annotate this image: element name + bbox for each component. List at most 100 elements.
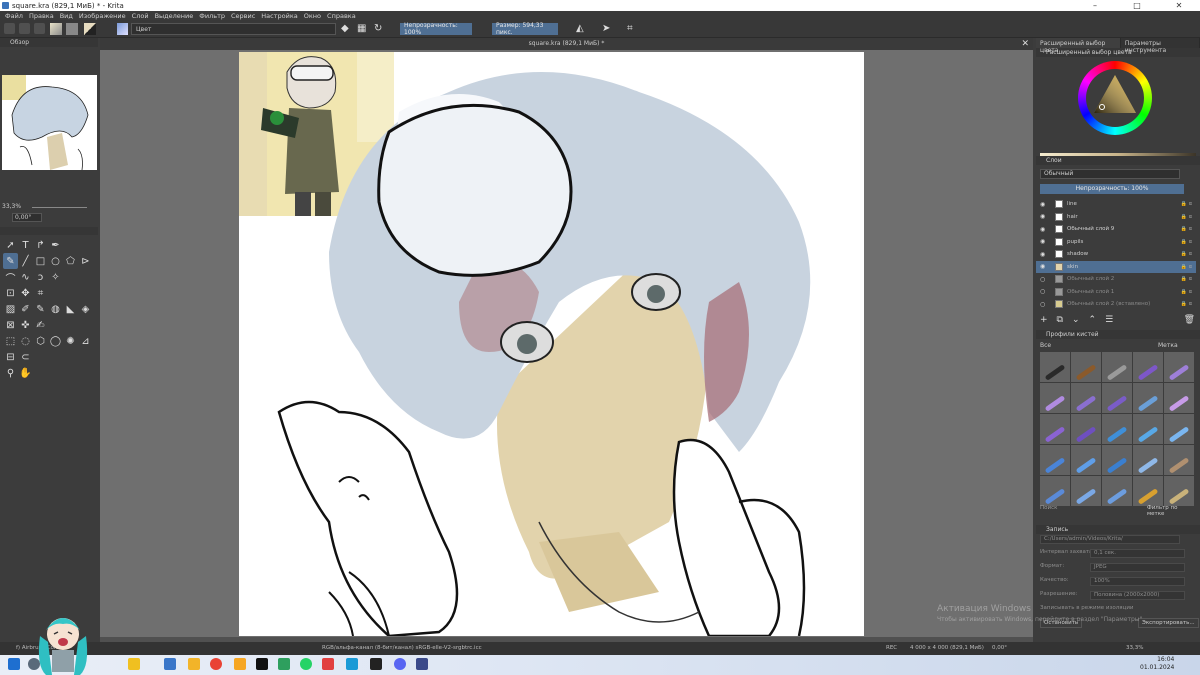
explorer-icon[interactable]	[188, 658, 200, 670]
save-icon[interactable]	[34, 23, 45, 34]
format-select[interactable]: JPEG	[1090, 563, 1185, 572]
brush-filter-select[interactable]: Все	[1040, 342, 1051, 349]
brush-preset-tile[interactable]	[1040, 414, 1070, 444]
assistant-tool-icon[interactable]: ⊠	[3, 317, 18, 333]
menu-layer[interactable]: Слой	[132, 12, 149, 20]
freehand-path-tool-icon[interactable]: ∿	[18, 269, 33, 285]
eye-icon[interactable]: ◉	[1040, 201, 1046, 208]
menu-file[interactable]: Файл	[5, 12, 23, 20]
quality-field[interactable]: 100%	[1090, 577, 1185, 586]
move-layer-up-icon[interactable]: ⌃	[1089, 315, 1097, 327]
reference-images-tool-icon[interactable]: ✍	[33, 317, 48, 333]
magnetic-selection-tool-icon[interactable]: ⊂	[18, 349, 33, 365]
size-slider[interactable]: Размер: 594,33 пикс.	[492, 22, 558, 36]
mirror-vertical-icon[interactable]: ➤	[602, 23, 610, 35]
minimize-button[interactable]: –	[1074, 0, 1116, 11]
polyline-tool-icon[interactable]: ⊳	[78, 253, 93, 269]
start-button-icon[interactable]	[8, 658, 20, 670]
brush-preset-tile[interactable]	[1071, 445, 1101, 475]
taskview-icon[interactable]	[164, 658, 176, 670]
eye-icon[interactable]: ◉	[1040, 213, 1046, 220]
text-tool-icon[interactable]: T	[18, 237, 33, 253]
overview-thumbnail[interactable]	[2, 75, 97, 171]
freehand-brush-tool-icon[interactable]: ✎	[3, 253, 18, 269]
brush-preset-tile[interactable]	[1102, 445, 1132, 475]
overview-zoom-row[interactable]: 33,3%	[2, 203, 96, 212]
menu-tools[interactable]: Сервис	[231, 12, 255, 20]
layer-properties-icon[interactable]: ☰	[1105, 315, 1113, 327]
tab-tool-options[interactable]: Параметры инструмента	[1121, 38, 1200, 54]
yandex-icon[interactable]	[322, 658, 334, 670]
reload-preset-icon[interactable]: ↻	[374, 23, 382, 35]
chrome-icon[interactable]	[210, 658, 222, 670]
fg-bg-color-swatch[interactable]	[84, 23, 96, 35]
layer-row[interactable]: ◉ Обычный слой 9 🔒 α	[1036, 223, 1196, 236]
tab-advanced-color-selector[interactable]: Расширенный выбор цвета	[1036, 38, 1121, 54]
document-tab[interactable]: square.kra (829,1 МиБ) * ✕	[100, 38, 1033, 50]
move-tool-icon[interactable]: ✥	[18, 285, 33, 301]
brush-preset-tile[interactable]	[1133, 445, 1163, 475]
smart-patch-tool-icon[interactable]: ◍	[48, 301, 63, 317]
brush-preset-combo[interactable]: Цвет	[131, 23, 336, 35]
eye-hidden-icon[interactable]: ○	[1040, 301, 1046, 308]
brush-preset-tile[interactable]	[1164, 445, 1194, 475]
brush-preset-tile[interactable]	[1071, 476, 1101, 506]
whatsapp-icon[interactable]	[300, 658, 312, 670]
brush-preset-tile[interactable]	[1102, 352, 1132, 382]
fill-tool-icon[interactable]: ◣	[63, 301, 78, 317]
brush-preset-tile[interactable]	[1164, 414, 1194, 444]
menu-select[interactable]: Выделение	[155, 12, 194, 20]
brush-preset-tile[interactable]	[1133, 476, 1163, 506]
colorize-mask-tool-icon[interactable]: ✎	[33, 301, 48, 317]
measure-tool-icon[interactable]: ✜	[18, 317, 33, 333]
layer-row[interactable]: ◉ line 🔒 α	[1036, 198, 1196, 211]
gradient-swatch[interactable]	[50, 23, 62, 35]
brush-preset-tile[interactable]	[1071, 414, 1101, 444]
copilot-icon[interactable]	[128, 658, 140, 670]
freehand-selection-tool-icon[interactable]: ◯	[48, 333, 63, 349]
brush-preset-tile[interactable]	[1164, 352, 1194, 382]
add-layer-icon[interactable]: +	[1040, 315, 1048, 327]
overview-rotation-row[interactable]: 0,00°	[2, 213, 96, 223]
system-clock[interactable]: 16:04 01.01.2024	[1140, 656, 1174, 672]
ellipse-tool-icon[interactable]: ○	[48, 253, 63, 269]
eye-icon[interactable]: ◉	[1040, 238, 1046, 245]
layer-row-selected[interactable]: ◉ skin 🔒 α	[1036, 260, 1196, 273]
crop-tool-icon[interactable]: ⌗	[33, 285, 48, 301]
brush-search-input[interactable]: Поиск	[1040, 505, 1057, 511]
brush-preset-tile[interactable]	[1102, 414, 1132, 444]
terminal-icon[interactable]	[370, 658, 382, 670]
mirror-horizontal-icon[interactable]: ◭	[576, 23, 584, 35]
menu-view[interactable]: Вид	[60, 12, 73, 20]
eye-icon[interactable]: ◉	[1040, 226, 1046, 233]
polygonal-selection-tool-icon[interactable]: ⬡	[33, 333, 48, 349]
bezier-selection-tool-icon[interactable]: ⊟	[3, 349, 18, 365]
calligraphy-tool-icon[interactable]: ✒	[48, 237, 63, 253]
preserve-alpha-icon[interactable]: ▦	[357, 23, 366, 35]
layer-row[interactable]: ○ Обычный слой 2 🔒 α	[1036, 273, 1196, 286]
multibrush-tool-icon[interactable]: ✧	[48, 269, 63, 285]
brush-preset-tile[interactable]	[1133, 352, 1163, 382]
color-selector[interactable]	[1036, 58, 1200, 165]
menu-settings[interactable]: Настройка	[261, 12, 297, 20]
brush-preset-tile[interactable]	[1071, 383, 1101, 413]
bezier-tool-icon[interactable]: ⌒	[3, 269, 18, 285]
eye-hidden-icon[interactable]: ○	[1040, 288, 1046, 295]
brush-preset-tile[interactable]	[1040, 352, 1070, 382]
brush-preset-tile[interactable]	[1071, 352, 1101, 382]
menu-image[interactable]: Изображение	[79, 12, 126, 20]
record-isolation-checkbox[interactable]: Записывать в режиме изоляции	[1040, 605, 1134, 611]
color-picker-tool-icon[interactable]: ✐	[18, 301, 33, 317]
drawing-canvas[interactable]	[239, 52, 864, 636]
eraser-mode-icon[interactable]: ◆	[341, 23, 349, 35]
menu-filter[interactable]: Фильтр	[199, 12, 225, 20]
polygon-tool-icon[interactable]: ⬠	[63, 253, 78, 269]
maximize-button[interactable]: □	[1116, 0, 1158, 11]
app-icon[interactable]	[278, 658, 290, 670]
recorder-path-field[interactable]: C:/Users/admin/Videos/Krita/	[1040, 535, 1180, 544]
gradient-tool-icon[interactable]: ▨	[3, 301, 18, 317]
eye-icon[interactable]: ◉	[1040, 251, 1046, 258]
brush-preset-tile[interactable]	[1133, 414, 1163, 444]
layer-opacity-slider[interactable]: Непрозрачность: 100%	[1040, 184, 1184, 194]
open-document-icon[interactable]	[19, 23, 30, 34]
